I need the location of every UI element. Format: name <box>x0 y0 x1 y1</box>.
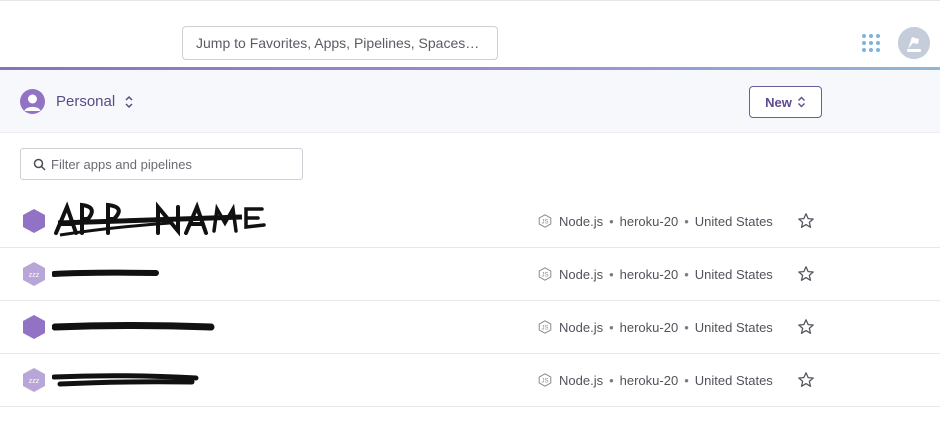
favorite-star-icon[interactable] <box>797 265 815 283</box>
app-region: United States <box>694 319 773 335</box>
app-hexagon-icon <box>23 315 45 339</box>
app-name-redacted[interactable] <box>52 370 202 390</box>
new-button[interactable]: New <box>749 86 822 118</box>
jump-to-search[interactable]: Jump to Favorites, Apps, Pipelines, Spac… <box>182 26 498 60</box>
app-list-item[interactable]: zzz JS Node.js • heroku-20 • United Stat… <box>0 248 940 301</box>
favorite-star-icon[interactable] <box>797 212 815 230</box>
nodejs-icon: JS <box>538 320 552 334</box>
separator-dot: • <box>684 266 689 282</box>
app-sleeping-icon: zzz <box>23 262 45 286</box>
user-avatar[interactable] <box>898 27 930 59</box>
svg-text:JS: JS <box>541 326 548 332</box>
separator-dot: • <box>684 319 689 335</box>
favorite-star-icon[interactable] <box>797 318 815 336</box>
new-button-label: New <box>765 94 792 110</box>
app-stack-info: JS Node.js • heroku-20 • United States <box>538 372 773 388</box>
app-name-redacted[interactable] <box>52 319 217 335</box>
avatar-icon <box>898 27 930 59</box>
app-region: United States <box>694 213 773 229</box>
svg-text:JS: JS <box>541 273 548 279</box>
separator-dot: • <box>609 213 614 229</box>
app-name-redacted[interactable] <box>52 266 162 282</box>
app-stack-info: JS Node.js • heroku-20 • United States <box>538 266 773 282</box>
app-language: Node.js <box>559 319 604 335</box>
svg-text:zzz: zzz <box>29 272 40 279</box>
separator-dot: • <box>684 372 689 388</box>
app-stack-info: JS Node.js • heroku-20 • United States <box>538 319 773 335</box>
svg-text:zzz: zzz <box>29 378 40 385</box>
separator-dot: • <box>609 372 614 388</box>
app-stack: heroku-20 <box>619 319 679 335</box>
personal-account-icon[interactable] <box>20 89 45 114</box>
app-stack: heroku-20 <box>619 266 679 282</box>
chevron-updown-icon <box>797 96 805 108</box>
nodejs-icon: JS <box>538 267 552 281</box>
app-list-item[interactable]: zzz JS Node.js • heroku-20 • United Stat… <box>0 354 940 407</box>
app-language: Node.js <box>559 266 604 282</box>
svg-text:JS: JS <box>541 379 548 385</box>
app-list-item[interactable]: JS Node.js • heroku-20 • United States <box>0 195 940 248</box>
person-icon <box>24 94 41 111</box>
app-hexagon-icon <box>23 209 45 233</box>
separator-dot: • <box>684 213 689 229</box>
separator-dot: • <box>609 319 614 335</box>
chevron-updown-icon[interactable] <box>124 95 134 109</box>
team-switcher-label[interactable]: Personal <box>56 93 115 110</box>
nodejs-icon: JS <box>538 373 552 387</box>
apps-grid-icon[interactable] <box>862 34 880 52</box>
app-region: United States <box>694 266 773 282</box>
svg-text:JS: JS <box>541 220 548 226</box>
app-name-scribble[interactable] <box>52 197 277 241</box>
app-sleeping-icon: zzz <box>23 368 45 392</box>
app-stack: heroku-20 <box>619 372 679 388</box>
app-stack: heroku-20 <box>619 213 679 229</box>
app-list-item[interactable]: JS Node.js • heroku-20 • United States <box>0 301 940 354</box>
search-icon <box>33 158 46 171</box>
app-region: United States <box>694 372 773 388</box>
filter-apps-field[interactable] <box>20 148 303 180</box>
nodejs-icon: JS <box>538 214 552 228</box>
app-stack-info: JS Node.js • heroku-20 • United States <box>538 213 773 229</box>
favorite-star-icon[interactable] <box>797 371 815 389</box>
separator-dot: • <box>609 266 614 282</box>
app-language: Node.js <box>559 372 604 388</box>
app-language: Node.js <box>559 213 604 229</box>
filter-apps-input[interactable] <box>51 149 296 179</box>
